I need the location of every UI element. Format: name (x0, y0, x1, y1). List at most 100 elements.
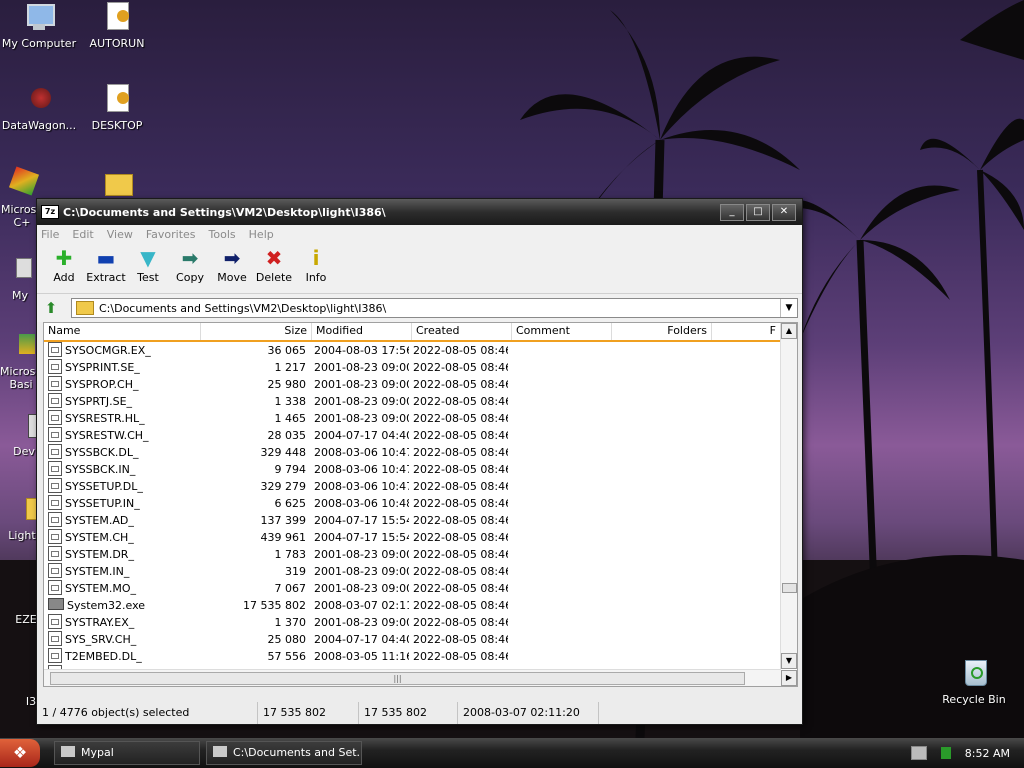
column-name[interactable]: Name (44, 323, 201, 340)
file-row[interactable]: SYSSBCK.DL_ 329 448 2008-03-06 10:47 2022-0… (44, 444, 797, 461)
file-name-text: SYSPRTJ.SE_ (65, 395, 133, 408)
scroll-up-button[interactable]: ▲ (781, 323, 797, 339)
network-icon[interactable] (940, 747, 951, 759)
minimize-button[interactable]: _ (720, 203, 744, 221)
move-button[interactable]: ➡ Move (211, 243, 253, 284)
file-icon (48, 512, 62, 527)
file-created: 2022-08-05 08:46 (413, 633, 508, 646)
clock[interactable]: 8:52 AM (965, 747, 1010, 760)
file-row[interactable]: T2EMBED.DL_ 57 556 2008-03-05 11:16 2022-08… (44, 648, 797, 665)
file-manager-window[interactable]: 7z C:\Documents and Settings\VM2\Desktop… (36, 198, 803, 725)
file-icon (48, 546, 62, 561)
column-comment[interactable]: Comment (512, 323, 612, 340)
scroll-right-button[interactable]: ▶ (781, 670, 797, 686)
file-created: 2022-08-05 08:46 (413, 429, 508, 442)
vertical-scrollbar[interactable]: ▲ ▼ (780, 323, 797, 669)
file-name: SYSSETUP.IN_ (44, 495, 200, 512)
file-name-text: SYSPRINT.SE_ (65, 361, 140, 374)
start-button[interactable]: ❖ (0, 739, 40, 767)
file-list[interactable]: Name Size Modified Created Comment Folde… (43, 322, 798, 687)
column-folders[interactable]: Folders (612, 323, 712, 340)
taskbar-item-7zip[interactable]: C:\Documents and Set... (206, 741, 362, 765)
file-icon (48, 461, 62, 476)
desktop-icon-desktop[interactable]: DESKTOP (78, 84, 156, 132)
file-row[interactable]: SYSTEM.MO_ 7 067 2001-08-23 09:00 2022-08-0… (44, 580, 797, 597)
file-row[interactable]: SYSPROP.CH_ 25 980 2001-08-23 09:00 2022-08… (44, 376, 797, 393)
file-icon (48, 614, 62, 629)
file-size: 9 794 (274, 463, 307, 476)
extract-button[interactable]: ▬ Extract (85, 243, 127, 284)
file-name-text: SYSRESTR.HL_ (65, 412, 145, 425)
column-size[interactable]: Size (201, 323, 312, 340)
file-name-text: SYSOCMGR.EX_ (65, 344, 151, 357)
file-row[interactable]: SYSPRTJ.SE_ 1 338 2001-08-23 09:00 2022-08-… (44, 393, 797, 410)
up-folder-button[interactable]: ⬆ (41, 298, 61, 318)
file-name-text: SYSSETUP.IN_ (65, 497, 140, 510)
add-button[interactable]: ✚ Add (43, 243, 85, 284)
menu-edit[interactable]: Edit (72, 228, 93, 241)
file-modified: 2008-03-06 10:47 (314, 446, 409, 459)
file-name: SYSSETUP.DL_ (44, 478, 200, 495)
desktop-icon-datawagon[interactable]: DataWagon... (0, 84, 78, 132)
menu-help[interactable]: Help (249, 228, 274, 241)
settings-file-icon (101, 2, 133, 34)
file-created: 2022-08-05 08:46 (413, 412, 508, 425)
address-path[interactable]: C:\Documents and Settings\VM2\Desktop\li… (99, 302, 780, 315)
file-row[interactable]: SYSSETUP.IN_ 6 625 2008-03-06 10:48 2022-08… (44, 495, 797, 512)
file-row[interactable]: SYSRESTR.HL_ 1 465 2001-08-23 09:00 2022-08… (44, 410, 797, 427)
file-row[interactable]: SYSTEM.DR_ 1 783 2001-08-23 09:00 2022-08-0… (44, 546, 797, 563)
status-selection: 1 / 4776 object(s) selected (37, 702, 258, 724)
column-created[interactable]: Created (412, 323, 512, 340)
file-name-text: SYSTEM.IN_ (65, 565, 130, 578)
delete-button[interactable]: ✖ Delete (253, 243, 295, 284)
file-row[interactable]: System32.exe 17 535 802 2008-03-07 02:11 20… (44, 597, 797, 614)
column-modified[interactable]: Modified (312, 323, 412, 340)
up-arrow-icon: ⬆ (44, 299, 58, 317)
file-row[interactable]: SYS_SRV.CH_ 25 080 2004-07-17 04:40 2022-08… (44, 631, 797, 648)
horizontal-scroll-thumb[interactable]: ||| (50, 672, 745, 685)
file-name-text: SYSTEM.AD_ (65, 514, 134, 527)
file-name: SYSPRINT.SE_ (44, 359, 200, 376)
taskbar-item-mypal[interactable]: Mypal (54, 741, 200, 765)
desktop-icon-my[interactable]: My (0, 254, 40, 302)
file-row[interactable]: SYSSBCK.IN_ 9 794 2008-03-06 10:47 2022-08-… (44, 461, 797, 478)
close-button[interactable]: ✕ (772, 203, 796, 221)
menu-favorites[interactable]: Favorites (146, 228, 196, 241)
file-row[interactable]: SYSTEM.AD_ 137 399 2004-07-17 15:54 2022-08… (44, 512, 797, 529)
file-created: 2022-08-05 08:46 (413, 565, 508, 578)
desktop-icon-recycle-bin[interactable]: Recycle Bin (935, 658, 1013, 706)
window-titlebar[interactable]: 7z C:\Documents and Settings\VM2\Desktop… (37, 199, 802, 225)
info-button[interactable]: i Info (295, 243, 337, 284)
scroll-down-button[interactable]: ▼ (781, 653, 797, 669)
file-size: 7 067 (274, 582, 307, 595)
7zip-app-icon (213, 746, 227, 757)
copy-button[interactable]: ➡ Copy (169, 243, 211, 284)
test-button[interactable]: ▼ Test (127, 243, 169, 284)
file-name: SYS_SRV.CH_ (44, 631, 200, 648)
file-icon (48, 478, 62, 493)
address-bar[interactable]: C:\Documents and Settings\VM2\Desktop\li… (71, 298, 798, 318)
horizontal-scrollbar[interactable]: ||| ▶ (44, 669, 797, 686)
menu-view[interactable]: View (107, 228, 133, 241)
file-row[interactable]: SYSTEM.CH_ 439 961 2004-07-17 15:54 2022-08… (44, 529, 797, 546)
column-header-row: Name Size Modified Created Comment Folde… (44, 323, 797, 342)
keyboard-icon[interactable] (910, 746, 927, 760)
toolbar: ✚ Add ▬ Extract ▼ Test ➡ Copy ➡ Move ✖ Delete i Info (37, 243, 802, 294)
menu-tools[interactable]: Tools (209, 228, 236, 241)
file-row[interactable]: SYSTEM.IN_ 319 2001-08-23 09:00 2022-08-05 … (44, 563, 797, 580)
file-row[interactable]: SYSOCMGR.EX_ 36 065 2004-08-03 17:56 2022-0… (44, 342, 797, 359)
vertical-scroll-thumb[interactable] (782, 583, 797, 593)
file-row[interactable]: SYSTRAY.EX_ 1 370 2001-08-23 09:00 2022-08-… (44, 614, 797, 631)
address-dropdown-button[interactable]: ▼ (780, 299, 797, 317)
desktop-icon-autorun[interactable]: AUTORUN (78, 2, 156, 50)
file-row[interactable]: SYSPRINT.SE_ 1 217 2001-08-23 09:00 2022-08… (44, 359, 797, 376)
maximize-button[interactable]: □ (746, 203, 770, 221)
file-modified: 2004-07-17 04:40 (314, 429, 409, 442)
settings-file-icon (101, 84, 133, 116)
desktop-icon-my-computer[interactable]: My Computer (0, 2, 78, 50)
menu-file[interactable]: File (41, 228, 59, 241)
file-row[interactable]: SYSRESTW.CH_ 28 035 2004-07-17 04:40 2022-0… (44, 427, 797, 444)
windows-logo-icon: ❖ (12, 743, 28, 762)
file-row[interactable]: SYSSETUP.DL_ 329 279 2008-03-06 10:47 2022-… (44, 478, 797, 495)
column-files[interactable]: F (712, 323, 781, 340)
